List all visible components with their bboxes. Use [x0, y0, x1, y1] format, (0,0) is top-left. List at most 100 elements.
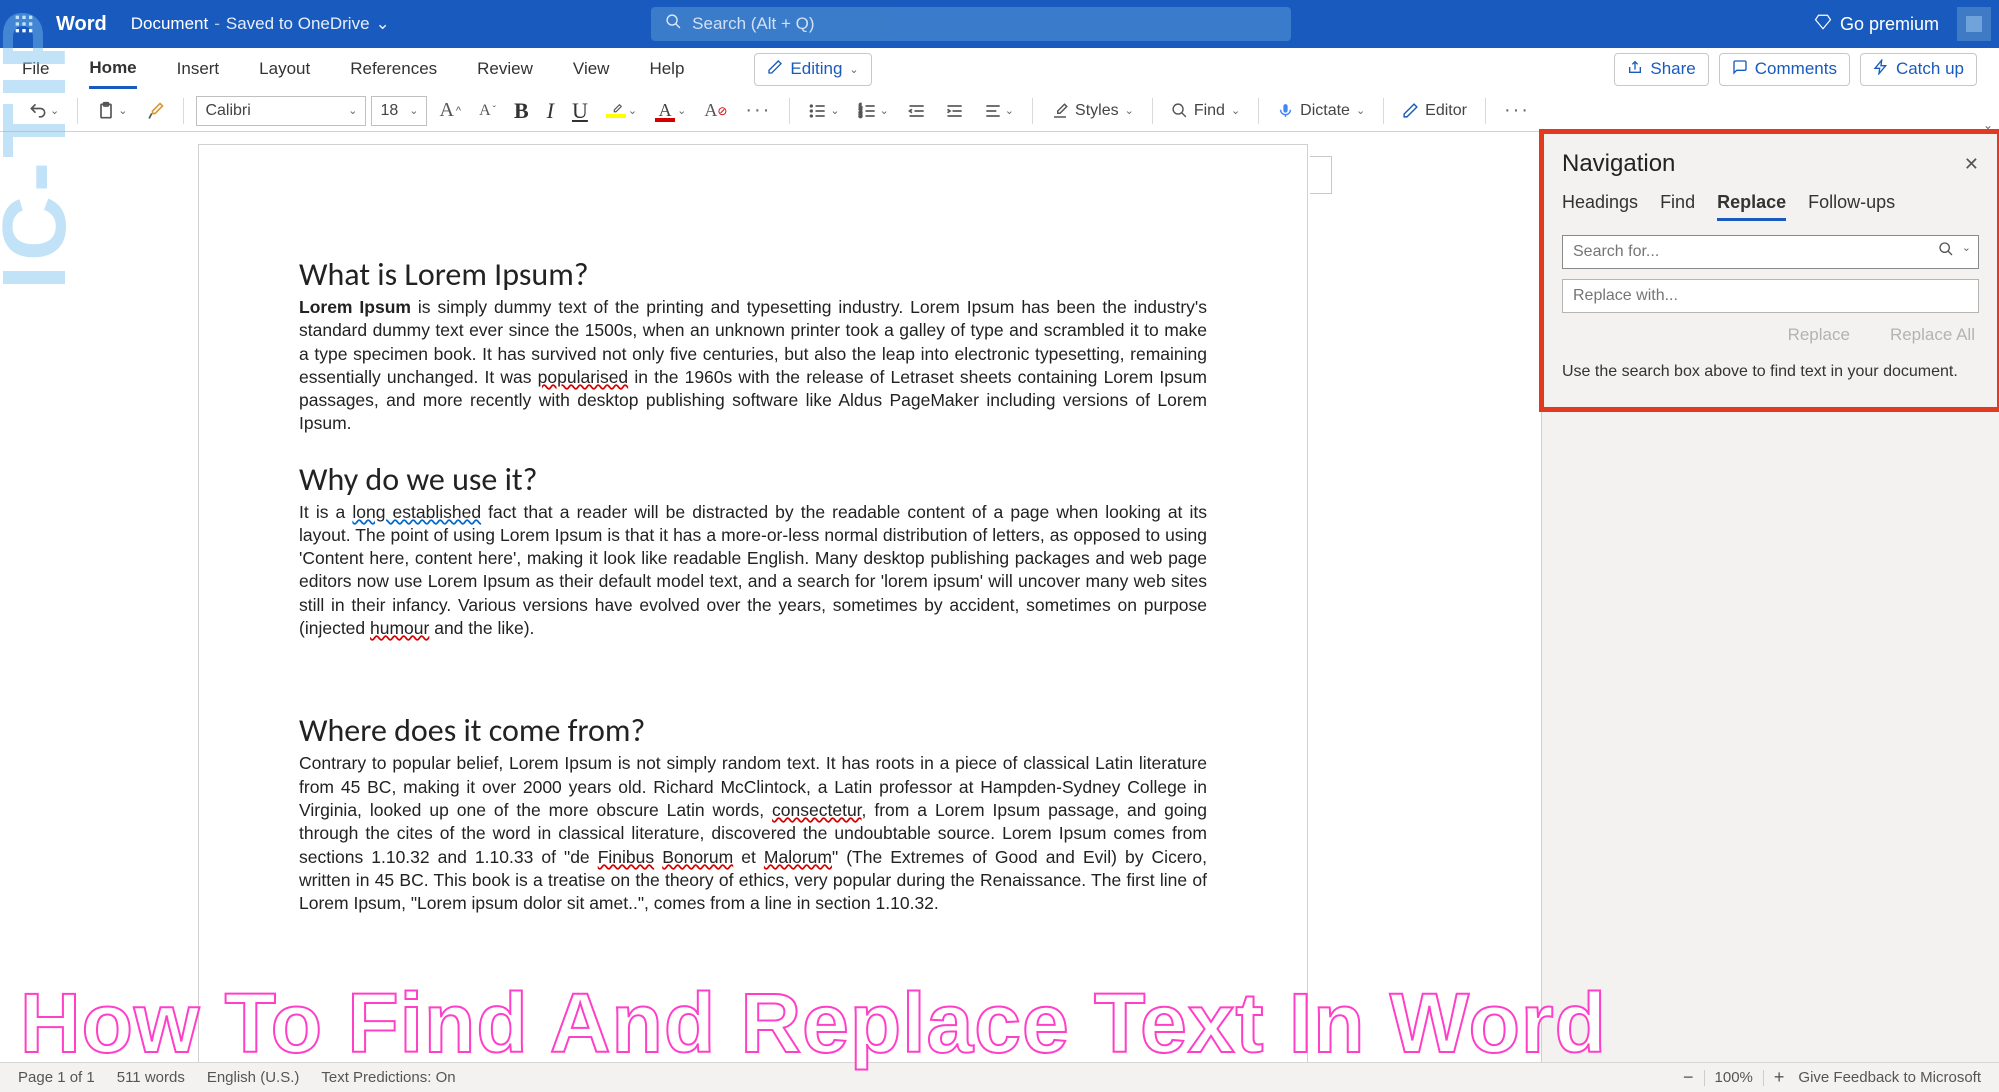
- font-name-select[interactable]: Calibri⌄: [196, 96, 366, 126]
- clear-formatting-button[interactable]: A⊘: [698, 97, 733, 124]
- go-premium-button[interactable]: Go premium: [1814, 13, 1939, 36]
- zoom-control: − 100% +: [1683, 1067, 1784, 1088]
- decrease-indent-button[interactable]: [901, 98, 933, 124]
- undo-button[interactable]: ⌄: [22, 98, 65, 124]
- search-row: ⌄: [1562, 235, 1979, 269]
- replace-input[interactable]: [1562, 279, 1979, 313]
- chevron-down-icon: ⌄: [376, 14, 390, 34]
- status-feedback[interactable]: Give Feedback to Microsoft: [1798, 1069, 1981, 1086]
- tab-layout[interactable]: Layout: [259, 51, 310, 87]
- ribbon-tabs: File Home Insert Layout References Revie…: [0, 48, 1999, 90]
- search-bar[interactable]: Search (Alt + Q): [651, 7, 1291, 41]
- font-name-value: Calibri: [205, 102, 250, 120]
- search-input[interactable]: [1562, 235, 1979, 269]
- font-size-value: 18: [380, 102, 398, 120]
- styles-button[interactable]: Styles⌄: [1045, 99, 1140, 123]
- bold-button[interactable]: B: [508, 95, 535, 127]
- editing-label: Editing: [790, 59, 842, 79]
- tab-review[interactable]: Review: [477, 51, 533, 87]
- font-color-button[interactable]: A⌄: [649, 97, 692, 125]
- comments-button[interactable]: Comments: [1719, 53, 1850, 86]
- replace-button[interactable]: Replace: [1788, 325, 1850, 345]
- share-label: Share: [1650, 59, 1695, 79]
- search-icon[interactable]: [1938, 241, 1954, 262]
- bullets-button[interactable]: ⌄: [802, 98, 845, 124]
- tab-home[interactable]: Home: [89, 50, 136, 89]
- page-edge-tab: [1310, 156, 1332, 194]
- tab-file[interactable]: File: [22, 51, 49, 87]
- paragraph-2: It is a long established fact that a rea…: [299, 501, 1207, 641]
- dictate-button[interactable]: Dictate⌄: [1271, 99, 1371, 123]
- font-size-select[interactable]: 18⌄: [371, 96, 427, 126]
- chevron-down-icon: ⌄: [849, 63, 858, 76]
- document-canvas[interactable]: What is Lorem Ipsum? Lorem Ipsum is simp…: [0, 132, 1541, 1062]
- paragraph-1: Lorem Ipsum is simply dummy text of the …: [299, 296, 1207, 436]
- dictate-label: Dictate: [1300, 102, 1350, 120]
- tab-help[interactable]: Help: [649, 51, 684, 87]
- title-separator: -: [214, 14, 220, 34]
- zoom-level[interactable]: 100%: [1715, 1069, 1753, 1086]
- tab-view[interactable]: View: [573, 51, 610, 87]
- lightning-icon: [1873, 59, 1889, 80]
- styles-label: Styles: [1075, 102, 1119, 120]
- replace-all-button[interactable]: Replace All: [1890, 325, 1975, 345]
- svg-text:3: 3: [858, 113, 861, 119]
- account-avatar[interactable]: [1957, 7, 1991, 41]
- zoom-out-button[interactable]: −: [1683, 1067, 1694, 1088]
- status-language[interactable]: English (U.S.): [207, 1069, 300, 1086]
- more-commands[interactable]: ···: [1498, 96, 1536, 125]
- status-words[interactable]: 511 words: [117, 1069, 185, 1086]
- format-painter-button[interactable]: [139, 98, 171, 124]
- more-font-options[interactable]: ···: [739, 96, 777, 125]
- tab-insert[interactable]: Insert: [177, 51, 220, 87]
- search-placeholder: Search (Alt + Q): [692, 14, 814, 34]
- status-page[interactable]: Page 1 of 1: [18, 1069, 95, 1086]
- zoom-in-button[interactable]: +: [1774, 1067, 1785, 1088]
- italic-button[interactable]: I: [541, 95, 560, 127]
- navpane-title: Navigation: [1562, 150, 1675, 178]
- heading-2: Why do we use it?: [299, 460, 1207, 499]
- diamond-icon: [1814, 13, 1832, 36]
- underline-button[interactable]: U: [566, 95, 594, 127]
- navtab-find[interactable]: Find: [1660, 192, 1695, 221]
- close-icon[interactable]: ✕: [1964, 154, 1979, 175]
- align-button[interactable]: ⌄: [977, 98, 1020, 124]
- paste-button[interactable]: ⌄: [90, 98, 133, 124]
- navpane-tabs: Headings Find Replace Follow-ups: [1562, 192, 1979, 221]
- navtab-followups[interactable]: Follow-ups: [1808, 192, 1895, 221]
- status-predictions[interactable]: Text Predictions: On: [321, 1069, 455, 1086]
- grow-font-button[interactable]: A^: [433, 96, 467, 125]
- search-icon: [665, 13, 682, 35]
- share-button[interactable]: Share: [1614, 53, 1708, 86]
- premium-label: Go premium: [1840, 14, 1939, 35]
- navpane-hint: Use the search box above to find text in…: [1562, 361, 1979, 383]
- catchup-label: Catch up: [1896, 59, 1964, 79]
- app-launcher-icon[interactable]: [8, 8, 40, 40]
- catchup-button[interactable]: Catch up: [1860, 53, 1977, 86]
- document-title[interactable]: Document - Saved to OneDrive ⌄: [131, 14, 390, 34]
- editing-mode-button[interactable]: Editing ⌄: [754, 53, 871, 86]
- find-button[interactable]: Find⌄: [1165, 99, 1246, 123]
- chevron-down-icon[interactable]: ⌄: [1962, 241, 1971, 262]
- shrink-font-button[interactable]: Aˇ: [473, 99, 502, 123]
- titlebar-right: Go premium: [1814, 7, 1991, 41]
- paragraph-spacer: [299, 664, 1207, 687]
- navtab-replace[interactable]: Replace: [1717, 192, 1786, 221]
- app-name: Word: [56, 13, 107, 36]
- comment-icon: [1732, 59, 1748, 80]
- navtab-headings[interactable]: Headings: [1562, 192, 1638, 221]
- workspace: What is Lorem Ipsum? Lorem Ipsum is simp…: [0, 132, 1999, 1062]
- toolbar: ⌄ ⌄ Calibri⌄ 18⌄ A^ Aˇ B I U ⌄ A⌄ A⊘ ···…: [0, 90, 1999, 132]
- collapse-ribbon-icon[interactable]: ⌄: [1983, 118, 1993, 132]
- numbering-button[interactable]: 123⌄: [852, 98, 895, 124]
- paragraph-3: Contrary to popular belief, Lorem Ipsum …: [299, 752, 1207, 915]
- increase-indent-button[interactable]: [939, 98, 971, 124]
- navpane-header: Navigation ✕: [1562, 150, 1979, 178]
- document-page[interactable]: What is Lorem Ipsum? Lorem Ipsum is simp…: [198, 144, 1308, 1062]
- highlight-button[interactable]: ⌄: [600, 100, 643, 121]
- comments-label: Comments: [1755, 59, 1837, 79]
- tab-references[interactable]: References: [350, 51, 437, 87]
- navigation-pane: Navigation ✕ Headings Find Replace Follo…: [1541, 132, 1999, 1062]
- editor-button[interactable]: Editor: [1396, 99, 1473, 123]
- pencil-icon: [767, 59, 783, 80]
